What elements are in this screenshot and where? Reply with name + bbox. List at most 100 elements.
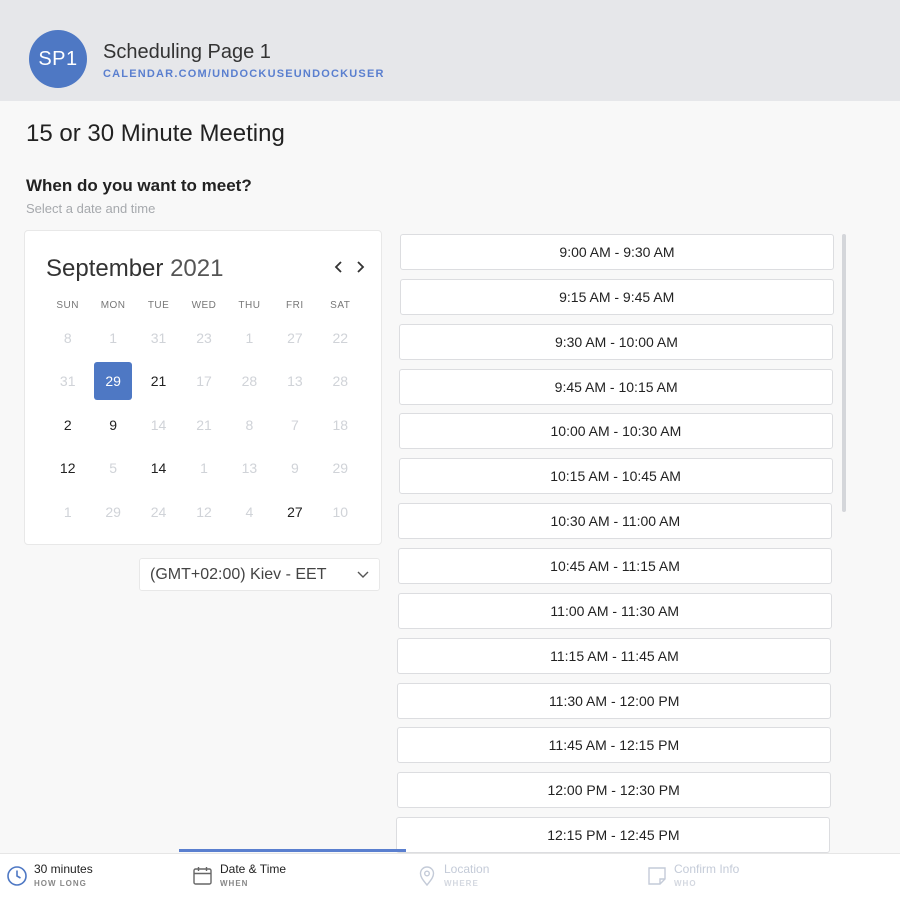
step-label: Confirm Info — [674, 862, 740, 876]
timezone-value: (GMT+02:00) Kiev - EET — [150, 565, 327, 583]
calendar-day: 18 — [318, 403, 363, 447]
calendar-day: 21 — [181, 403, 226, 447]
calendar-day-number: 1 — [63, 503, 72, 520]
calendar-day-number: 8 — [245, 416, 254, 433]
calendar-day-number: 21 — [196, 416, 212, 433]
calendar-day: 13 — [272, 360, 317, 404]
calendar-day-number: 12 — [59, 460, 76, 477]
time-slot-button[interactable]: 10:15 AM - 10:45 AM — [398, 458, 833, 495]
scheduling-page-name: Scheduling Page 1 — [103, 41, 271, 63]
time-slot-button[interactable]: 10:30 AM - 11:00 AM — [398, 503, 833, 540]
weekday-label: WED — [191, 300, 217, 311]
calendar-day: 29 — [90, 490, 135, 534]
time-slot-button[interactable]: 12:00 PM - 12:30 PM — [396, 772, 831, 809]
calendar-day-number: 17 — [196, 373, 212, 390]
timezone-select[interactable]: (GMT+02:00) Kiev - EET — [139, 558, 380, 591]
calendar-day: 31 — [45, 360, 90, 404]
calendar-month-year: September 2021 — [46, 255, 223, 283]
step-progress-indicator — [179, 849, 406, 852]
step-where[interactable]: Location WHERE — [416, 862, 489, 888]
location-pin-icon — [419, 866, 435, 887]
calendar-day: 8 — [227, 403, 272, 447]
calendar-day-number: 12 — [196, 503, 212, 520]
calendar-day: 5 — [90, 447, 135, 491]
calendar-day-number: 23 — [196, 329, 212, 346]
calendar-day: 12 — [181, 490, 226, 534]
calendar-day-number: 21 — [150, 373, 167, 390]
calendar-day: 1 — [90, 316, 135, 360]
calendar-day-number: 27 — [287, 329, 303, 346]
clock-icon — [7, 866, 27, 886]
calendar-day: 13 — [227, 447, 272, 491]
weekday-label: TUE — [147, 300, 170, 311]
step-label: Date & Time — [220, 862, 287, 876]
time-slot-button[interactable]: 9:30 AM - 10:00 AM — [399, 323, 834, 360]
calendar-month: September — [46, 255, 164, 282]
calendar-day-number: 28 — [241, 373, 258, 390]
calendar-day: 4 — [227, 490, 272, 534]
calendar-day: 17 — [181, 360, 226, 404]
calendar-day-number: 14 — [150, 416, 167, 433]
weekday-label: THU — [238, 300, 261, 311]
time-slot-button[interactable]: 9:15 AM - 9:45 AM — [399, 278, 834, 315]
calendar-day: 28 — [318, 360, 363, 404]
weekday-header: SUN MON TUE WED THU FRI SAT — [45, 300, 363, 311]
step-how-long[interactable]: 30 minutes HOW LONG — [6, 862, 93, 888]
calendar-day-number: 1 — [245, 329, 254, 346]
calendar-day[interactable]: 27 — [272, 490, 317, 534]
time-slot-button[interactable]: 12:15 PM - 12:45 PM — [396, 817, 831, 853]
calendar-day[interactable]: 9 — [90, 403, 135, 447]
calendar-day: 8 — [45, 316, 90, 360]
page-header: SP1 Scheduling Page 1 CALENDAR.COM/UNDOC… — [0, 0, 900, 101]
calendar-day: 7 — [272, 403, 317, 447]
calendar-day-number: 2 — [63, 416, 72, 433]
calendar-day-number: 9 — [290, 460, 299, 477]
booking-steps-footer: 30 minutes HOW LONG Date & Time WHEN Loc… — [0, 849, 900, 900]
calendar-day-number: 13 — [241, 460, 258, 477]
calendar-day[interactable]: 12 — [45, 447, 90, 491]
calendar-day[interactable]: 21 — [136, 360, 181, 404]
calendar-day-number: 9 — [109, 416, 118, 433]
when-heading: When do you want to meet? — [26, 176, 252, 195]
time-slot-button[interactable]: 11:15 AM - 11:45 AM — [397, 637, 832, 674]
calendar-day: 23 — [181, 316, 226, 360]
calendar-day[interactable]: 14 — [136, 447, 181, 491]
calendar-day-number: 31 — [59, 373, 76, 390]
step-who[interactable]: Confirm Info WHO — [646, 862, 739, 888]
calendar-day-number: 5 — [109, 460, 118, 477]
time-slot-button[interactable]: 9:00 AM - 9:30 AM — [400, 234, 834, 270]
calendar-day[interactable]: 2 — [45, 403, 90, 447]
weekday-label: SUN — [56, 300, 80, 311]
calendar-day: 24 — [136, 490, 181, 534]
calendar-day-number: 27 — [287, 503, 303, 520]
calendar-day: 29 — [318, 447, 363, 491]
calendar-day-number: 14 — [150, 460, 167, 477]
time-slot-button[interactable]: 11:45 AM - 12:15 PM — [396, 727, 831, 764]
time-slot-button[interactable]: 9:45 AM - 10:15 AM — [399, 368, 834, 405]
calendar-day: 10 — [318, 490, 363, 534]
step-when[interactable]: Date & Time WHEN — [192, 862, 286, 888]
time-slot-button[interactable]: 10:45 AM - 11:15 AM — [398, 547, 833, 584]
calendar-day: 9 — [272, 447, 317, 491]
calendar-day-number: 8 — [63, 329, 72, 346]
calendar-day-number: 13 — [287, 373, 303, 390]
calendar-icon — [193, 867, 212, 885]
calendar-day-selected[interactable]: 29 — [90, 360, 135, 404]
previous-month-button[interactable] — [330, 257, 348, 280]
time-slot-button[interactable]: 11:30 AM - 12:00 PM — [397, 682, 832, 719]
calendar-day: 31 — [136, 316, 181, 360]
time-slot-list[interactable]: 9:00 AM - 9:30 AM 9:15 AM - 9:45 AM 9:30 A… — [396, 233, 836, 853]
calendar-day: 14 — [136, 403, 181, 447]
calendar-widget: September 2021 SUN MON TUE WED THU FRI SAT 813… — [24, 230, 382, 545]
time-slot-button[interactable]: 11:00 AM - 11:30 AM — [397, 592, 832, 629]
scheduling-page-url[interactable]: CALENDAR.COM/UNDOCKUSEUNDOCKUSER — [103, 68, 385, 80]
step-sublabel: HOW LONG — [34, 879, 87, 888]
next-month-button[interactable] — [351, 257, 369, 280]
calendar-day-number: 28 — [332, 373, 349, 390]
time-slot-button[interactable]: 10:00 AM - 10:30 AM — [398, 413, 833, 450]
calendar-day-number: 18 — [332, 416, 349, 433]
calendar-day: 27 — [272, 316, 317, 360]
weekday-label: FRI — [286, 300, 304, 311]
time-slot-scrollbar[interactable] — [842, 234, 846, 512]
calendar-day-number: 29 — [332, 460, 349, 477]
